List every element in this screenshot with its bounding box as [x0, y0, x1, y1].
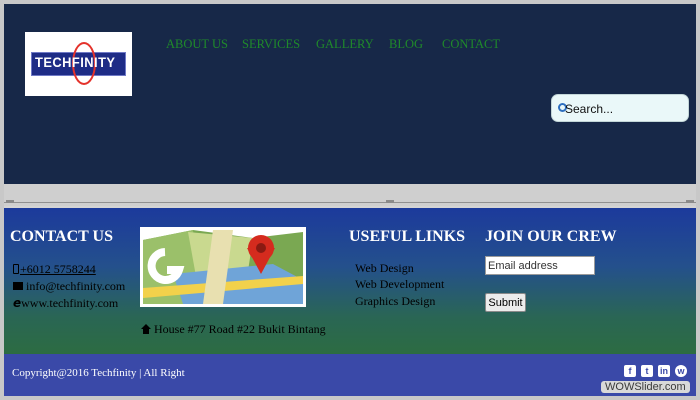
- site-footer: CONTACT US +6012 5758244 info@techfinity…: [4, 208, 696, 354]
- phone-icon: [13, 264, 19, 274]
- divider-handle-right: [686, 200, 694, 203]
- envelope-icon: [13, 282, 23, 290]
- logo-text: TECHFINITY: [35, 54, 116, 70]
- copyright-bar: Copyright@2016 Techfinity | All Right f …: [4, 354, 696, 396]
- wechat-icon[interactable]: w: [675, 365, 687, 377]
- address-line: House #77 Road #22 Bukit Bintang: [141, 322, 326, 337]
- section-divider: [4, 184, 696, 206]
- linkedin-icon[interactable]: in: [658, 365, 670, 377]
- copyright-text: Copyright@2016 Techfinity | All Right: [12, 367, 185, 379]
- site-header: TECHFINITY ABOUT US SERVICES GALLERY BLO…: [4, 4, 696, 184]
- internet-explorer-icon: e: [13, 296, 22, 310]
- phone-number: +6012 5758244: [20, 262, 96, 276]
- address-text: House #77 Road #22 Bukit Bintang: [154, 322, 326, 336]
- contact-email: info@techfinity.com: [13, 279, 125, 294]
- twitter-icon[interactable]: t: [641, 365, 653, 377]
- link-graphics-design[interactable]: Graphics Design: [355, 294, 435, 309]
- facebook-icon[interactable]: f: [624, 365, 636, 377]
- link-web-design[interactable]: Web Design: [355, 261, 414, 276]
- google-maps-image[interactable]: [140, 227, 306, 307]
- newsletter-email-input[interactable]: [485, 256, 595, 275]
- nav-contact[interactable]: CONTACT: [442, 37, 500, 52]
- divider-line: [4, 202, 696, 203]
- search-box[interactable]: [551, 94, 689, 122]
- home-icon: [141, 324, 151, 334]
- divider-handle-center: [386, 200, 394, 203]
- useful-links-heading: USEFUL LINKS: [349, 228, 466, 245]
- contact-website: ewww.techfinity.com: [13, 296, 118, 311]
- email-address: info@techfinity.com: [26, 279, 126, 293]
- contact-phone-link[interactable]: +6012 5758244: [13, 262, 96, 277]
- website-url: www.techfinity.com: [21, 296, 119, 310]
- nav-about-us[interactable]: ABOUT US: [166, 37, 228, 52]
- wowslider-watermark[interactable]: WOWSlider.com: [601, 381, 690, 393]
- nav-blog[interactable]: BLOG: [389, 37, 423, 52]
- submit-button[interactable]: Submit: [485, 293, 526, 312]
- join-crew-heading: JOIN OUR CREW: [485, 228, 617, 245]
- contact-heading: CONTACT US: [10, 228, 113, 245]
- link-web-development[interactable]: Web Development: [355, 277, 444, 292]
- techfinity-logo[interactable]: TECHFINITY: [25, 32, 132, 96]
- search-input[interactable]: [565, 100, 683, 117]
- nav-services[interactable]: SERVICES: [242, 37, 300, 52]
- nav-gallery[interactable]: GALLERY: [316, 37, 374, 52]
- divider-handle-left: [6, 200, 14, 203]
